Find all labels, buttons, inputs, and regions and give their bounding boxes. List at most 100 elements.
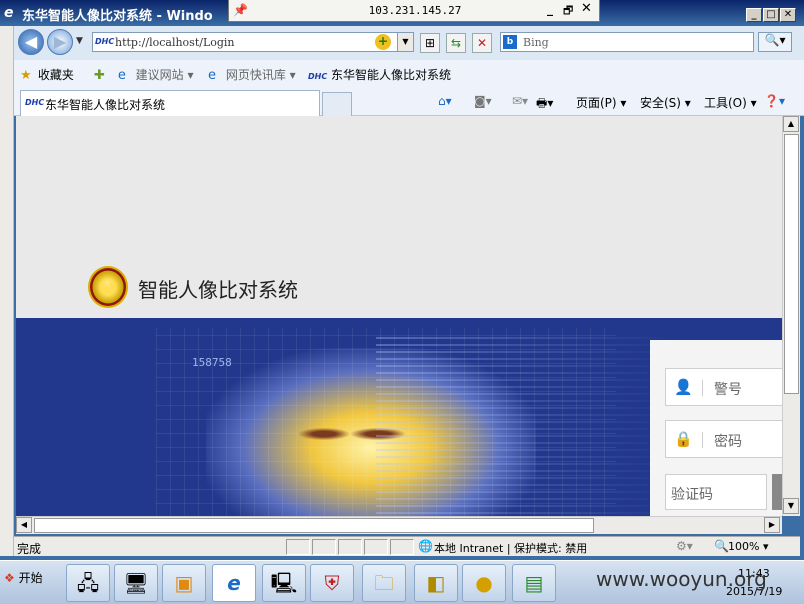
monitor-icon: 🖥 <box>123 571 149 595</box>
help-icon: ❓▾ <box>764 94 785 108</box>
horizontal-scrollbar[interactable]: ◀ ▶ <box>16 516 782 534</box>
field-divider <box>702 432 703 448</box>
scroll-down-icon[interactable]: ▼ <box>783 498 799 514</box>
calendar-icon: ▣ <box>174 571 194 595</box>
rss-icon: ◙▾ <box>474 94 492 108</box>
taskbar-outlook[interactable]: ▣ <box>162 564 206 602</box>
page-menu[interactable]: 页面(P) ▾ <box>576 94 626 111</box>
refresh-button[interactable]: ⇆ <box>446 33 466 53</box>
badge-number-field[interactable]: 👤 警号 <box>665 368 782 406</box>
password-field[interactable]: 🔒 密码 <box>665 420 782 458</box>
rdp-close-button[interactable]: ✕ <box>581 1 592 16</box>
app-icon: ◧ <box>426 571 446 595</box>
bing-icon: b <box>503 35 517 49</box>
zoom-level[interactable]: 100% ▾ <box>728 540 768 553</box>
remote-desktop-bar: 📌 103.231.145.27 _ 🗗 ✕ <box>228 0 600 22</box>
close-button[interactable]: ✕ <box>780 8 796 22</box>
home-button[interactable]: ⌂▾ <box>438 94 452 108</box>
address-dropdown-button[interactable]: ▼ <box>397 33 413 51</box>
scroll-right-icon[interactable]: ▶ <box>764 517 780 533</box>
mail-button[interactable]: ✉▾ <box>512 94 528 108</box>
address-bar[interactable]: DHC http://localhost/Login + ▼ <box>92 32 414 52</box>
add-favorite-icon: ✚ <box>94 68 105 83</box>
windows-logo-icon: ❖ <box>4 571 15 585</box>
tools-menu[interactable]: 工具(O) ▾ <box>704 94 757 111</box>
feeds-button[interactable]: ◙▾ <box>474 94 492 108</box>
navigation-bar: ◀ ▶ ▼ DHC http://localhost/Login + ▼ ⊞ ⇆… <box>14 26 804 60</box>
page-viewport: ★ 智能人像比对系统 158758 👤 警号 🔒 密码 验证码 <box>16 116 782 516</box>
print-button[interactable]: 🖶▾ <box>536 94 553 115</box>
captcha-image[interactable] <box>772 474 782 510</box>
app-icon: ▤ <box>524 571 544 595</box>
vertical-scroll-thumb[interactable] <box>784 134 799 394</box>
password-placeholder: 密码 <box>714 434 742 450</box>
site-favicon: DHC <box>25 98 45 107</box>
search-box[interactable]: b Bing <box>500 32 754 52</box>
banner-digits: 158758 <box>192 356 232 369</box>
favorite-site-link[interactable]: DHC 东华智能人像比对系统 <box>308 66 451 83</box>
search-icon: 🔍▾ <box>764 33 786 47</box>
protected-mode-icon[interactable]: ⚙▾ <box>676 539 693 553</box>
favorites-label: 收藏夹 <box>37 68 74 82</box>
star-icon: ★ <box>20 68 32 83</box>
status-cell <box>286 539 310 555</box>
ie-icon: e <box>4 5 14 21</box>
ie-page-icon: e <box>117 68 126 83</box>
taskbar-police-app[interactable]: ⛨ <box>310 564 354 602</box>
taskbar-network[interactable]: 🖳 <box>262 564 306 602</box>
site-favicon: DHC <box>308 72 328 81</box>
search-button[interactable]: 🔍▾ <box>758 32 792 52</box>
start-button[interactable]: ❖ 开始 <box>4 569 54 595</box>
page-header: ★ 智能人像比对系统 <box>16 116 782 318</box>
forward-arrow-icon: ▶ <box>53 32 67 51</box>
captcha-placeholder: 验证码 <box>671 487 713 503</box>
security-zone-text[interactable]: 本地 Intranet | 保护模式: 禁用 <box>434 540 587 556</box>
banner-scan-lines <box>376 334 676 514</box>
status-bar: 完成 🌐 本地 Intranet | 保护模式: 禁用 ⚙▾ 🔍 100% ▾ <box>14 536 800 556</box>
search-placeholder[interactable]: Bing <box>523 36 549 49</box>
status-text: 完成 <box>17 542 42 556</box>
taskbar-server-manager[interactable]: 🖧 <box>66 564 110 602</box>
rdp-restore-button[interactable]: 🗗 <box>563 2 573 21</box>
horizontal-scroll-thumb[interactable] <box>34 518 594 533</box>
window-title-bar[interactable]: e 东华智能人像比对系统 - Windo 📌 103.231.145.27 _ … <box>0 0 804 26</box>
tab-bar: DHC 东华智能人像比对系统 ⌂▾ ◙▾ ✉▾ 🖶▾ 页面(P) ▾ 安全(S)… <box>14 88 804 116</box>
scroll-up-icon[interactable]: ▲ <box>783 116 799 132</box>
taskbar-explorer[interactable]: 🗀 <box>362 564 406 602</box>
rss-feed-button[interactable]: ⊞ <box>420 33 440 53</box>
safety-menu[interactable]: 安全(S) ▾ <box>640 94 691 111</box>
web-slice-gallery-link[interactable]: e 网页快讯库 ▾ <box>208 66 296 83</box>
tab-active[interactable]: DHC 东华智能人像比对系统 <box>20 90 320 116</box>
favorite-site-label: 东华智能人像比对系统 <box>331 68 452 82</box>
forward-button[interactable]: ▶ <box>47 29 73 55</box>
badge-number-placeholder: 警号 <box>714 382 742 398</box>
taskbar-app[interactable]: ◧ <box>414 564 458 602</box>
favorites-button[interactable]: ★ 收藏夹 <box>20 66 74 83</box>
rdp-minimize-button[interactable]: _ <box>547 2 553 16</box>
new-tab-button[interactable] <box>322 92 352 116</box>
taskbar-internet-explorer[interactable]: e <box>212 564 256 602</box>
minimize-button[interactable]: _ <box>746 8 762 22</box>
history-dropdown-icon[interactable]: ▼ <box>76 36 83 46</box>
taskbar-app[interactable]: ● <box>462 564 506 602</box>
captcha-field[interactable]: 验证码 <box>665 474 767 510</box>
vertical-scrollbar[interactable]: ▲ ▼ <box>782 116 800 516</box>
stop-button[interactable]: ✕ <box>472 33 492 53</box>
refresh-icon: ⇆ <box>450 36 462 50</box>
compatibility-view-icon[interactable]: + <box>375 34 391 50</box>
login-panel: 👤 警号 🔒 密码 验证码 <box>650 340 782 516</box>
background-window-edge <box>0 26 14 556</box>
suggested-sites-link[interactable]: ✚ e 建议网站 ▾ <box>94 66 194 83</box>
taskbar-app[interactable]: ▤ <box>512 564 556 602</box>
taskbar-task-manager[interactable]: 🖥 <box>114 564 158 602</box>
stop-icon: ✕ <box>476 36 488 50</box>
user-icon: 👤 <box>674 378 693 396</box>
help-button[interactable]: ❓▾ <box>764 94 785 108</box>
scroll-left-icon[interactable]: ◀ <box>16 517 32 533</box>
url-text[interactable]: http://localhost/Login <box>115 36 235 49</box>
back-button[interactable]: ◀ <box>18 29 44 55</box>
taskbar: ❖ 开始 🖧 🖥 ▣ e 🖳 ⛨ 🗀 ◧ ● ▤ 11:43 2015/7/19… <box>0 560 804 604</box>
maximize-button[interactable]: □ <box>763 8 779 22</box>
favorites-bar: ★ 收藏夹 ✚ e 建议网站 ▾ e 网页快讯库 ▾ DHC 东华智能人像比对系… <box>14 60 804 88</box>
status-cell <box>390 539 414 555</box>
